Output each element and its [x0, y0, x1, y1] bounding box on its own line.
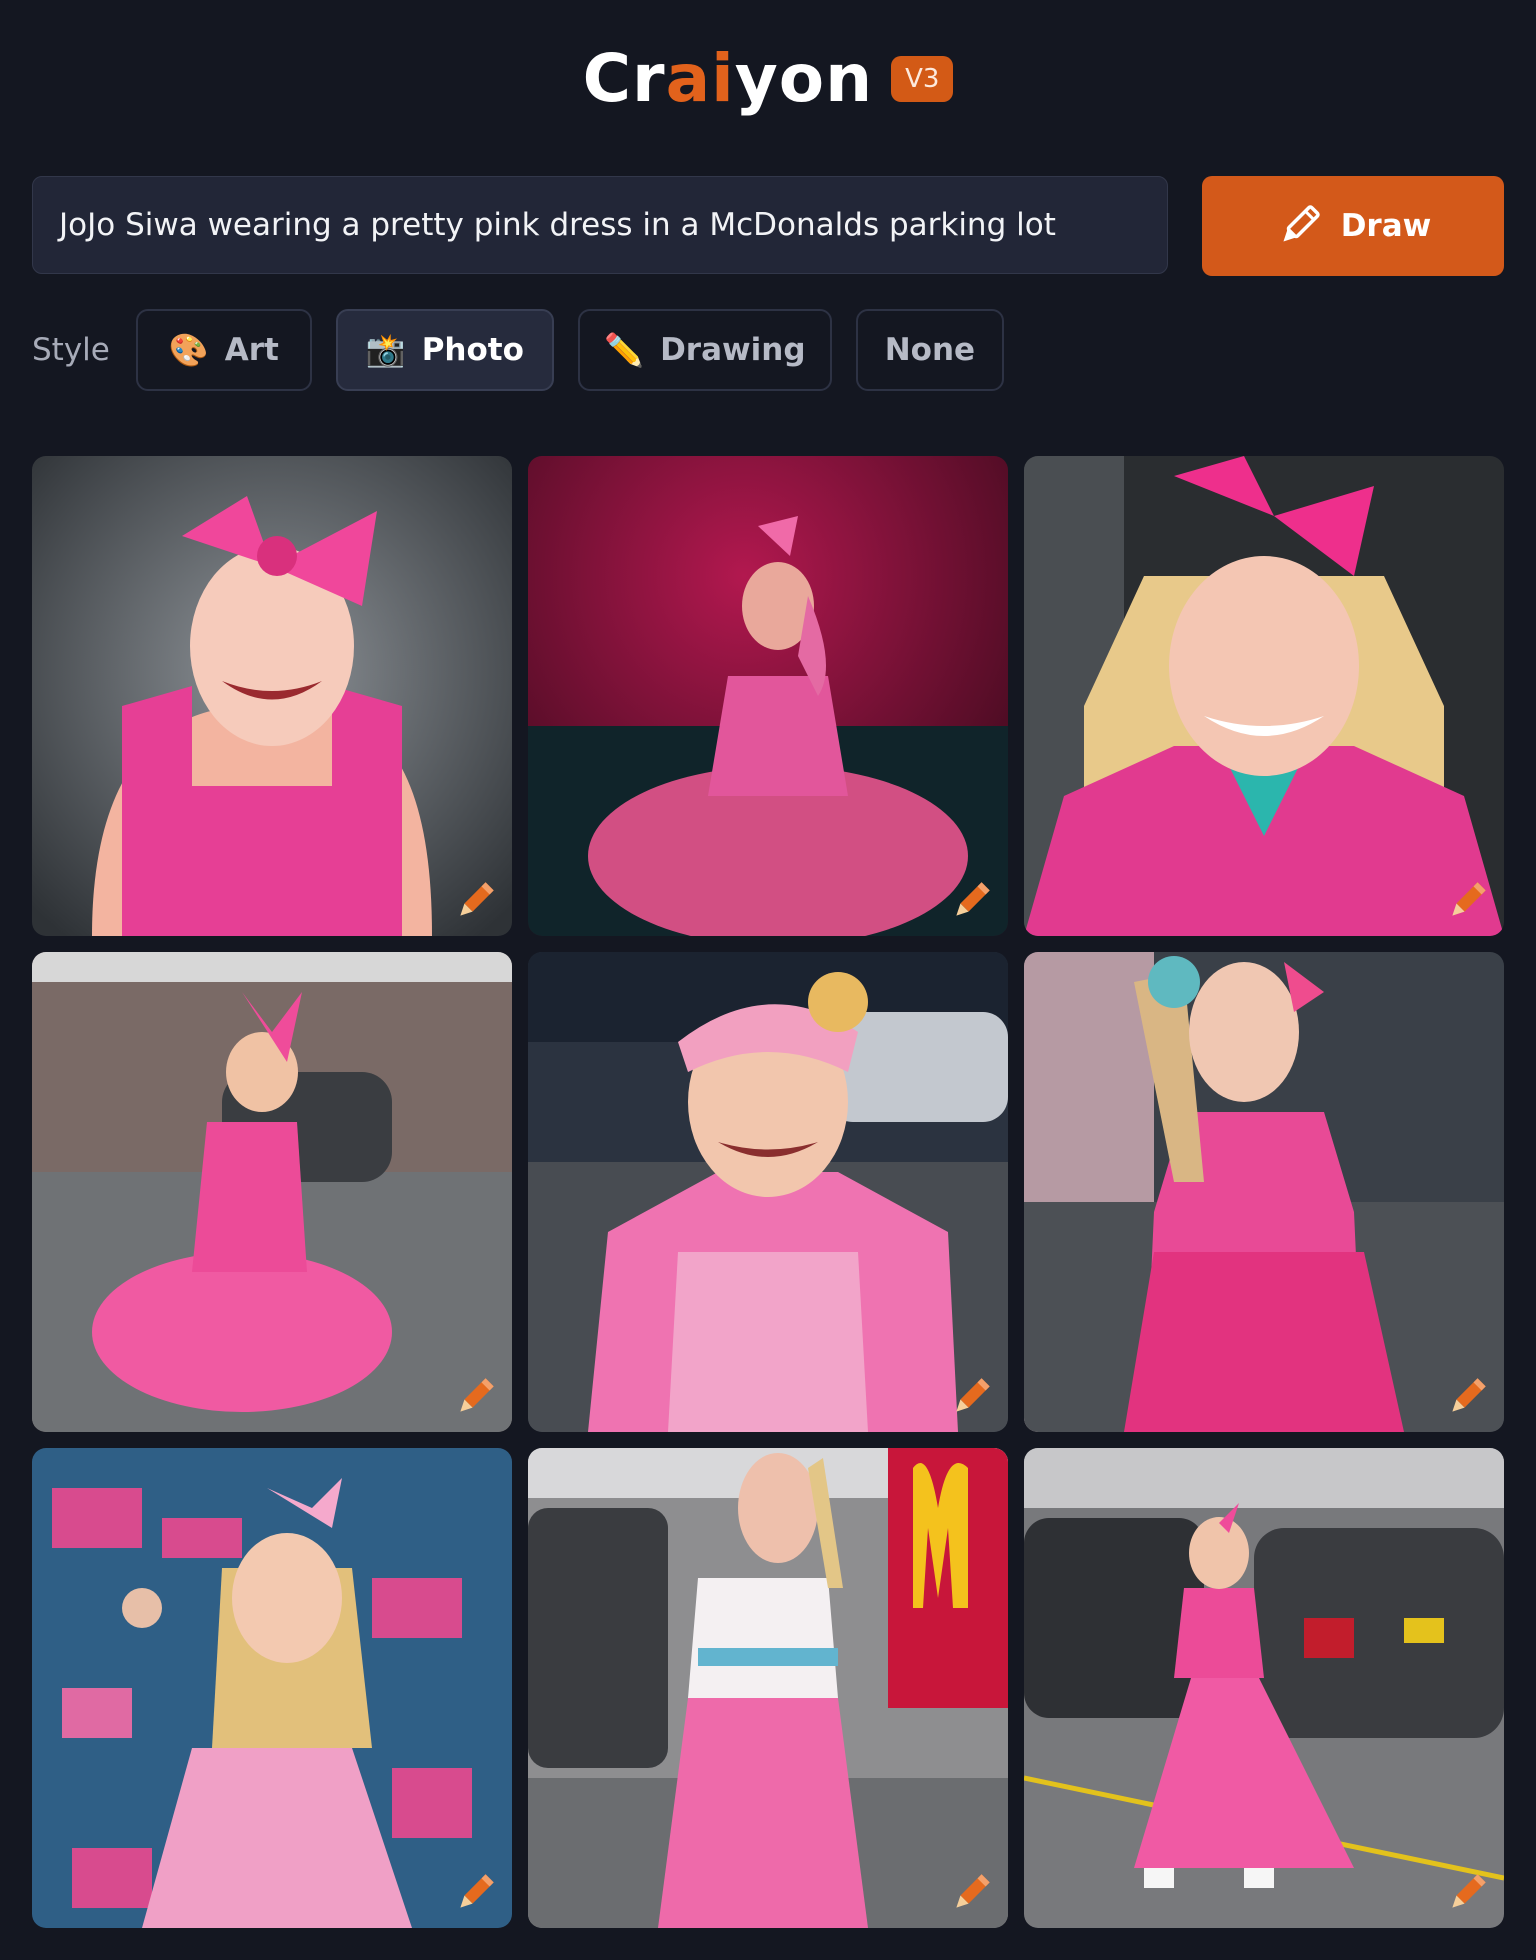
pencil-edit-icon[interactable] — [1444, 1870, 1490, 1916]
logo-text: Craiyon — [582, 40, 874, 117]
style-option-art[interactable]: 🎨 Art — [135, 309, 312, 391]
generated-image — [32, 456, 512, 936]
pencil-edit-icon[interactable] — [948, 878, 994, 924]
style-option-label: Photo — [421, 332, 524, 368]
pencil-edit-icon[interactable] — [1444, 878, 1490, 924]
style-option-label: None — [884, 332, 976, 368]
style-option-label: Art — [224, 332, 279, 368]
prompt-input[interactable]: JoJo Siwa wearing a pretty pink dress in… — [32, 176, 1168, 274]
generated-image — [528, 1448, 1008, 1928]
palette-icon: 🎨 — [168, 331, 209, 369]
logo[interactable]: Craiyon V3 — [583, 40, 954, 117]
header: Craiyon V3 — [0, 40, 1536, 130]
version-badge: V3 — [891, 55, 954, 102]
result-image-3[interactable] — [1024, 456, 1504, 936]
result-image-9[interactable] — [1024, 1448, 1504, 1928]
style-option-label: Drawing — [660, 332, 806, 368]
pencil-edit-icon[interactable] — [452, 1870, 498, 1916]
result-image-8[interactable] — [528, 1448, 1008, 1928]
style-option-none[interactable]: None — [855, 309, 1004, 391]
pencil-edit-icon[interactable] — [948, 1374, 994, 1420]
generated-image — [528, 952, 1008, 1432]
generated-image — [32, 1448, 512, 1928]
result-image-1[interactable] — [32, 456, 512, 936]
generated-image — [1024, 456, 1504, 936]
result-image-2[interactable] — [528, 456, 1008, 936]
camera-flash-icon: 📸 — [365, 331, 406, 369]
style-label: Style — [32, 332, 110, 368]
result-image-7[interactable] — [32, 1448, 512, 1928]
pencil-edit-icon[interactable] — [452, 878, 498, 924]
draw-button[interactable]: Draw — [1202, 176, 1504, 276]
pencil-edit-icon[interactable] — [948, 1870, 994, 1916]
style-option-photo[interactable]: 📸 Photo — [335, 309, 554, 391]
result-image-5[interactable] — [528, 952, 1008, 1432]
result-image-6[interactable] — [1024, 952, 1504, 1432]
generated-image — [1024, 1448, 1504, 1928]
draw-button-label: Draw — [1340, 208, 1432, 244]
style-option-drawing[interactable]: ✏️ Drawing — [577, 309, 832, 391]
pencil-edit-icon[interactable] — [452, 1374, 498, 1420]
generated-image — [1024, 952, 1504, 1432]
prompt-text: JoJo Siwa wearing a pretty pink dress in… — [59, 207, 1056, 243]
pencil-edit-icon[interactable] — [1444, 1374, 1490, 1420]
pencil-icon: ✏️ — [604, 331, 645, 369]
generated-image — [32, 952, 512, 1432]
pencil-icon — [1283, 205, 1320, 242]
result-image-4[interactable] — [32, 952, 512, 1432]
generated-image — [528, 456, 1008, 936]
style-selector: Style 🎨 Art 📸 Photo ✏️ Drawing None — [32, 308, 1028, 392]
